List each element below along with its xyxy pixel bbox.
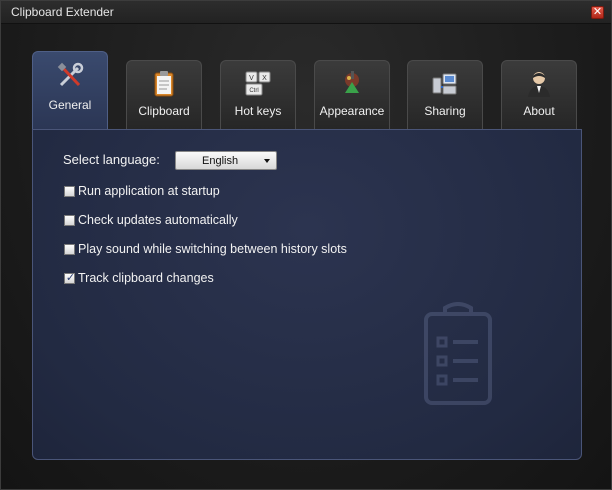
close-icon: ✕ bbox=[592, 6, 603, 18]
checkbox-box[interactable] bbox=[64, 186, 75, 197]
tools-icon bbox=[57, 62, 84, 87]
tab-label: Sharing bbox=[424, 104, 466, 118]
key-v-label: V bbox=[249, 75, 254, 82]
language-label: Select language: bbox=[63, 152, 160, 167]
person-icon bbox=[528, 72, 550, 97]
tab-label: Clipboard bbox=[138, 104, 190, 118]
keyboard-keys-icon: V X Ctrl bbox=[245, 71, 271, 96]
checkbox-label: Check updates automatically bbox=[78, 213, 238, 227]
checkbox-label: Run application at startup bbox=[78, 184, 220, 198]
tab-label: Appearance bbox=[319, 104, 385, 118]
tab-appearance[interactable]: Appearance bbox=[314, 60, 390, 130]
chevron-down-icon bbox=[264, 159, 270, 163]
window-title: Clipboard Extender bbox=[11, 5, 114, 19]
general-settings-panel: Select language: English Run application… bbox=[32, 129, 582, 460]
close-button[interactable]: ✕ bbox=[591, 6, 604, 19]
tab-hot-keys[interactable]: V X Ctrl Hot keys bbox=[220, 60, 296, 130]
tab-label: General bbox=[48, 98, 92, 112]
checkmark-icon: ✓ bbox=[65, 272, 76, 284]
app-window: Clipboard Extender ✕ General Clipboard V… bbox=[0, 0, 612, 490]
checkbox-box[interactable] bbox=[64, 215, 75, 226]
tab-sharing[interactable]: Sharing bbox=[407, 60, 483, 130]
language-select[interactable]: English bbox=[175, 151, 277, 170]
tab-label: Hot keys bbox=[234, 104, 282, 118]
language-value: English bbox=[202, 155, 239, 167]
key-x-label: X bbox=[262, 75, 267, 82]
tab-clipboard[interactable]: Clipboard bbox=[126, 60, 202, 130]
clipboard-icon bbox=[154, 71, 174, 97]
network-computers-icon bbox=[432, 73, 457, 95]
checkbox-label: Track clipboard changes bbox=[78, 271, 214, 285]
tab-general[interactable]: General bbox=[32, 51, 108, 130]
paint-brush-icon bbox=[345, 71, 359, 93]
key-ctrl-label: Ctrl bbox=[249, 88, 258, 94]
checkbox-box[interactable]: ✓ bbox=[64, 272, 76, 284]
title-bar[interactable]: Clipboard Extender ✕ bbox=[1, 1, 611, 24]
checkbox-box[interactable] bbox=[64, 244, 75, 255]
tab-about[interactable]: About bbox=[501, 60, 577, 130]
tab-label: About bbox=[523, 104, 555, 118]
clipboard-watermark-icon bbox=[424, 302, 492, 405]
checkbox-label: Play sound while switching between histo… bbox=[78, 242, 347, 256]
